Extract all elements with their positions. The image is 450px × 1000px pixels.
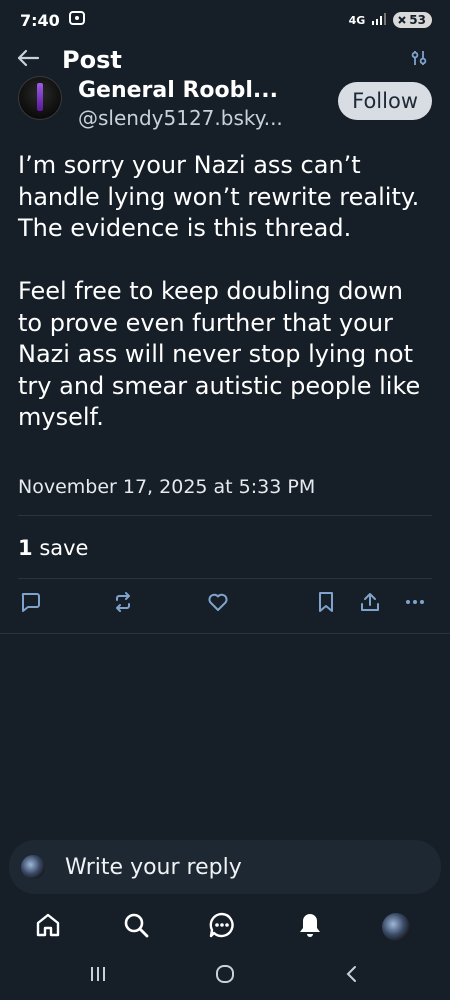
home-icon [34,911,62,943]
thread-options-button[interactable] [404,45,434,75]
saves-label: save [39,536,89,560]
chevron-left-icon [343,964,359,988]
profile-avatar [382,913,410,941]
more-icon [404,591,426,617]
post-body: I’m sorry your Nazi ass can’t handle lyi… [18,150,432,434]
post-timestamp: November 17, 2025 at 5:33 PM [18,476,316,498]
sliders-icon [410,49,428,71]
repost-icon [112,591,134,617]
author-handle[interactable]: @slendy5127.bsky... [78,104,283,132]
page-header: Post [0,40,450,80]
author-display-name[interactable]: General Roobl... [78,78,283,104]
author-avatar[interactable] [18,76,62,120]
nav-profile[interactable] [381,912,411,942]
bottom-navigation [0,900,450,952]
reply-icon [19,591,41,617]
nav-notifications[interactable] [295,912,325,942]
nav-chat[interactable] [207,912,237,942]
share-icon [359,591,381,617]
screenshot-icon [68,10,86,30]
like-icon [207,591,229,617]
signal-icon [371,12,387,28]
divider [18,578,432,579]
post-author-row: General Roobl... @slendy5127.bsky... Fol… [0,76,450,140]
bookmark-icon [316,591,336,617]
reply-button[interactable] [18,592,42,616]
divider [0,633,450,634]
page-title: Post [62,46,122,74]
nav-search[interactable] [121,912,151,942]
saves-count: 1 [18,536,33,560]
post-paragraph: Feel free to keep doubling down to prove… [18,277,421,431]
like-button[interactable] [206,592,230,616]
home-circle-icon [214,963,236,989]
back-system-button[interactable] [338,963,364,989]
post-actions [18,590,432,622]
recent-apps-button[interactable] [85,963,111,989]
reply-input[interactable]: Write your reply [9,840,441,894]
follow-button[interactable]: Follow [338,82,432,120]
share-button[interactable] [358,592,382,616]
chat-icon [208,911,236,943]
network-label: 4G [348,13,366,27]
system-navigation-bar [0,955,450,995]
status-bar: 7:40 4G 53 [0,0,450,40]
notifications-icon [296,911,324,943]
recent-apps-icon [88,965,108,987]
repost-button[interactable] [111,592,135,616]
divider [18,515,432,516]
nav-home[interactable] [33,912,63,942]
saves-stat[interactable]: 1 save [18,536,88,560]
status-time: 7:40 [20,10,60,30]
bookmark-button[interactable] [314,592,338,616]
back-button[interactable] [16,43,50,77]
search-icon [122,911,150,943]
battery-indicator: 53 [393,12,432,28]
arrow-left-icon [16,48,40,72]
home-system-button[interactable] [212,963,238,989]
more-options-button[interactable] [403,592,427,616]
post-paragraph: I’m sorry your Nazi ass can’t handle lyi… [18,151,420,242]
reply-placeholder: Write your reply [65,854,242,880]
current-user-avatar [21,855,45,879]
battery-level: 53 [409,13,426,27]
